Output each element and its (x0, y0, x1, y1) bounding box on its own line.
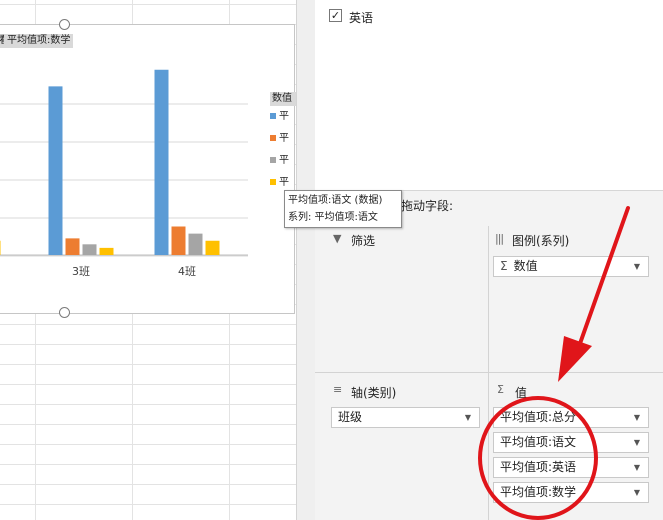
spreadsheet-grid[interactable]: 看 平均值项:数学 3班 4班 (0, 0, 296, 520)
bar[interactable] (188, 233, 203, 255)
chip-label: 数值 (513, 259, 538, 273)
pane-splitter[interactable] (296, 0, 316, 520)
dropdown-caret-icon[interactable]: ▼ (634, 257, 640, 276)
checkbox-checked-icon[interactable]: ✓ (329, 9, 342, 22)
axis-field-class-chip[interactable]: 班级 ▼ (331, 407, 480, 428)
field-list[interactable]: ✓ 英语 (315, 0, 663, 191)
tooltip-line-1: 平均值项:语文 (数据) (288, 195, 383, 206)
dropdown-caret-icon[interactable]: ▼ (634, 433, 640, 452)
chip-label: 平均值项:英语 (500, 460, 577, 474)
columns-icon: ||| (495, 232, 504, 245)
chip-label: 平均值项:语文 (500, 435, 577, 449)
legend-item-label: 平 (279, 133, 289, 144)
chart-resize-handle-bottom[interactable] (59, 307, 70, 318)
pivot-chart[interactable]: 看 平均值项:数学 3班 4班 (0, 19, 295, 318)
legend-item-label: 平 (279, 155, 289, 166)
legend-area-title: 图例(系列) (512, 234, 570, 248)
bar[interactable] (99, 247, 114, 255)
values-area-title: 值 (515, 386, 528, 400)
field-english-label[interactable]: 英语 (349, 9, 373, 26)
filter-icon: ▼ (333, 232, 342, 245)
category-tick-label: 4班 (178, 265, 196, 278)
value-chip-english[interactable]: 平均值项:英语 ▼ (493, 457, 649, 478)
dropdown-caret-icon[interactable]: ▼ (465, 408, 471, 427)
value-chip-math[interactable]: 平均值项:数学 ▼ (493, 482, 649, 503)
area-divider-vertical (488, 226, 489, 520)
chip-label: 平均值项:总分 (500, 410, 577, 424)
bar[interactable] (0, 240, 1, 255)
area-divider-horizontal (315, 372, 663, 373)
legend-field-values-chip[interactable]: Σ 数值 ▼ (493, 256, 649, 277)
value-chip-total[interactable]: 平均值项:总分 ▼ (493, 407, 649, 428)
legend-item-label: 平 (279, 111, 289, 122)
dropdown-caret-icon[interactable]: ▼ (634, 483, 640, 502)
chart-resize-handle-top[interactable] (59, 19, 70, 30)
chart-plot-area[interactable]: 3班 4班 (0, 25, 294, 313)
legend-swatch-orange (270, 135, 276, 141)
pivot-field-pane: ✓ 英语 拖动字段: ▼ 筛选 ||| 图例(系列) Σ 数值 ▼ ≡ 轴(类别)… (315, 0, 663, 520)
chip-label: 平均值项:数学 (500, 485, 577, 499)
tooltip-line-2: 系列: 平均值项:语文 (288, 212, 378, 223)
filter-area-title: 筛选 (351, 234, 376, 248)
bar[interactable] (171, 226, 186, 256)
bar[interactable] (154, 69, 169, 255)
drag-fields-label: 拖动字段: (401, 199, 454, 213)
bar[interactable] (82, 244, 97, 255)
bar[interactable] (48, 86, 63, 255)
sigma-icon: Σ (497, 383, 504, 396)
bar[interactable] (65, 238, 80, 255)
dropdown-caret-icon[interactable]: ▼ (634, 458, 640, 477)
legend-swatch-blue (270, 113, 276, 119)
value-chip-chinese[interactable]: 平均值项:语文 ▼ (493, 432, 649, 453)
legend-swatch-yellow (270, 179, 276, 185)
legend-swatch-gray (270, 157, 276, 163)
rows-icon: ≡ (333, 383, 343, 396)
axis-area-title: 轴(类别) (351, 386, 397, 400)
chip-label: 班级 (338, 410, 363, 424)
chart-tooltip: 平均值项:语文 (数据) 系列: 平均值项:语文 (284, 190, 402, 228)
category-tick-label: 3班 (72, 265, 90, 278)
sigma-icon: Σ (500, 259, 508, 273)
bar[interactable] (205, 240, 220, 255)
dropdown-caret-icon[interactable]: ▼ (634, 408, 640, 427)
legend-item-label: 平 (279, 177, 289, 188)
